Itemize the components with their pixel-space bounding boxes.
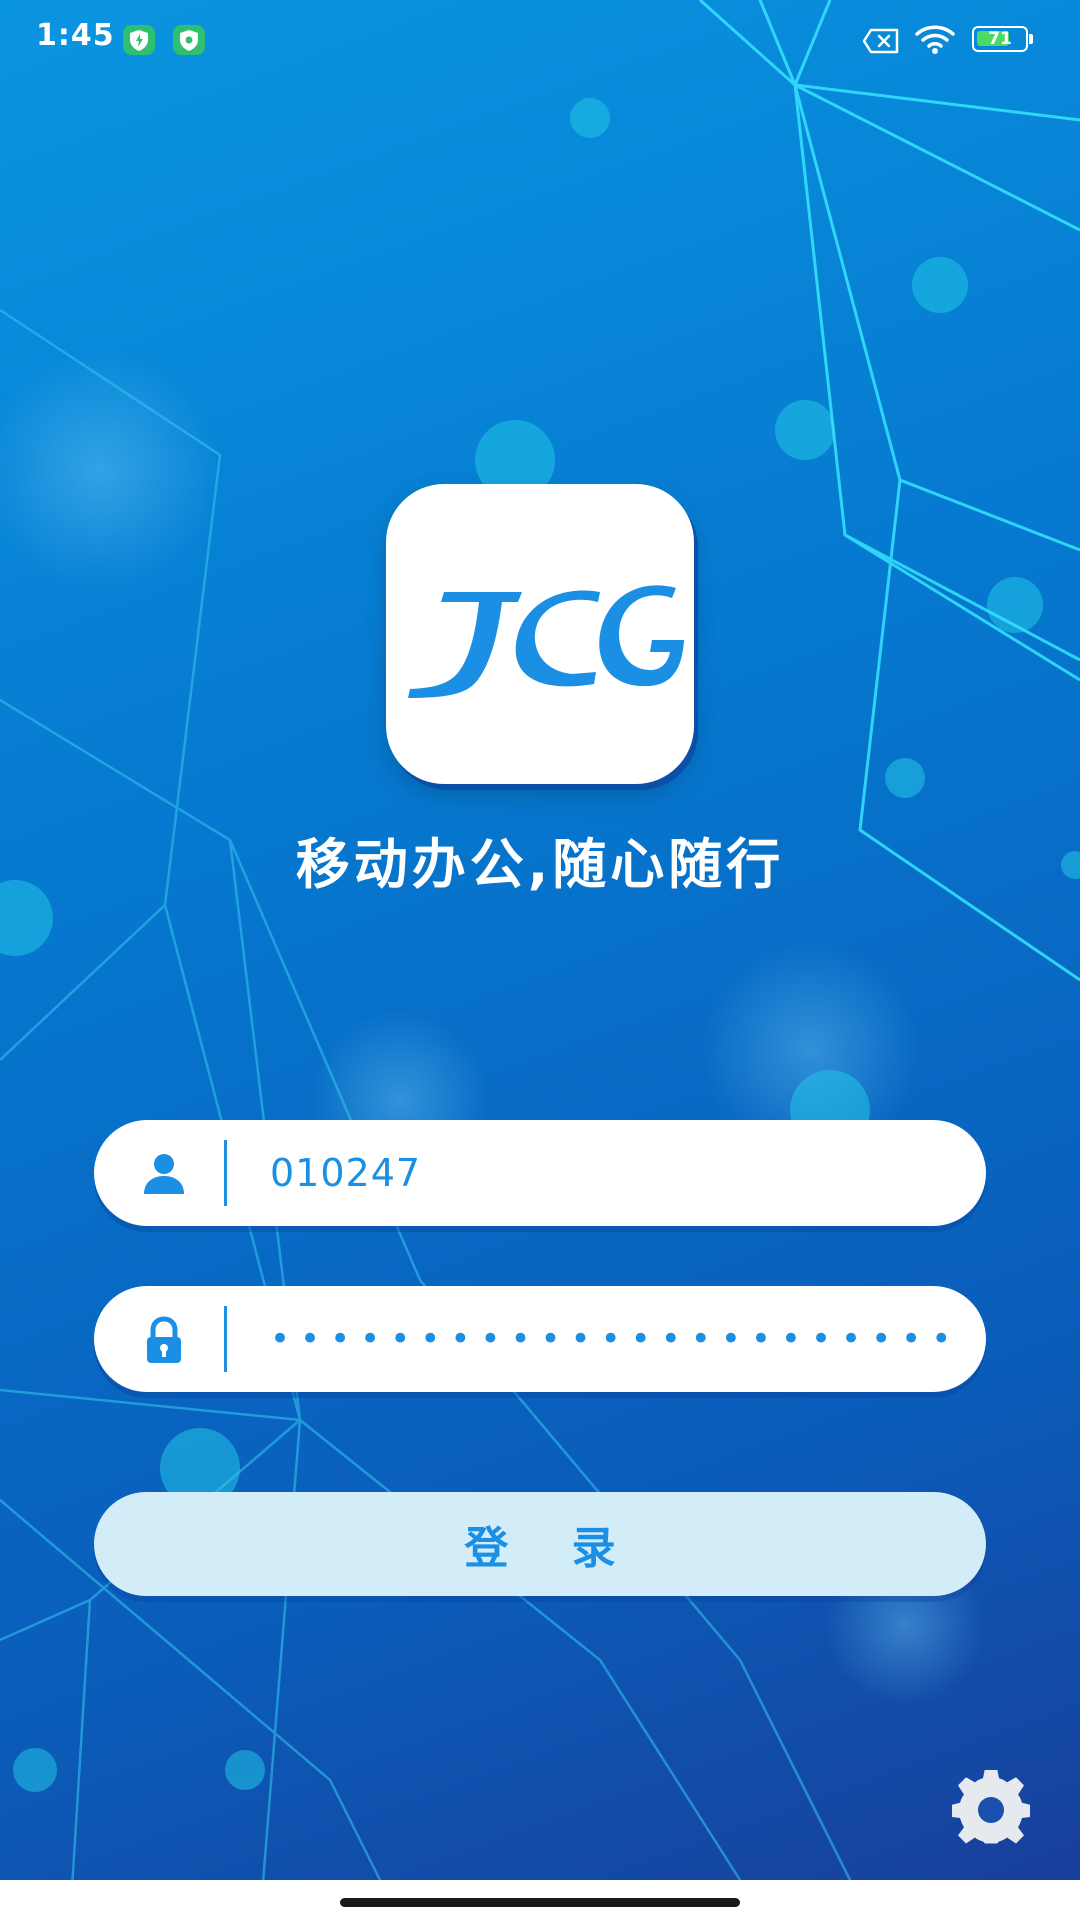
shield-icon xyxy=(173,25,205,55)
app-slogan: 移动办公,随心随行 xyxy=(295,833,785,896)
field-divider xyxy=(224,1140,227,1206)
username-input[interactable] xyxy=(270,1120,960,1226)
status-time: 1:45 xyxy=(36,18,115,53)
home-indicator[interactable] xyxy=(340,1898,740,1907)
app-logo xyxy=(386,484,694,784)
battery-cap xyxy=(1029,34,1033,44)
battery-icon: 71 xyxy=(972,26,1036,54)
password-field[interactable] xyxy=(94,1286,986,1392)
gear-icon[interactable] xyxy=(952,1770,1030,1848)
jcg-logo-mark xyxy=(408,585,684,698)
navigation-bar xyxy=(0,1880,1080,1920)
shield-icon xyxy=(123,25,155,55)
background-network-art xyxy=(0,0,1080,1920)
login-screen: 1:45 71 移动办公,随心随行 010247 •••••••••••••••… xyxy=(0,0,1080,1920)
user-icon xyxy=(144,1154,184,1194)
login-button[interactable]: 登 录 xyxy=(94,1492,986,1596)
field-divider xyxy=(224,1306,227,1372)
password-input[interactable] xyxy=(270,1286,960,1392)
status-bar: 1:45 71 xyxy=(0,0,1080,80)
battery-level: 71 xyxy=(988,29,1012,49)
lock-icon xyxy=(147,1316,181,1363)
sim-off-icon xyxy=(862,28,899,54)
wifi-icon xyxy=(915,25,955,54)
username-field[interactable] xyxy=(94,1120,986,1226)
